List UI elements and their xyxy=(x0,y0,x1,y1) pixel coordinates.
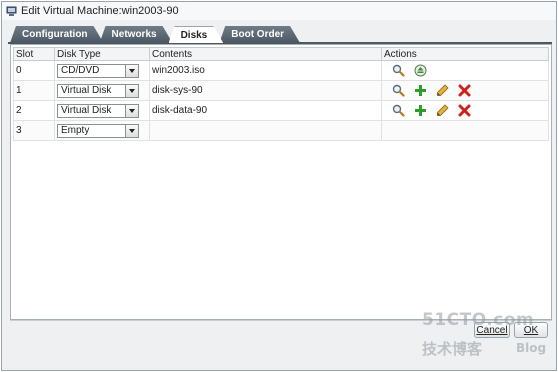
disk-type-value: Virtual Disk xyxy=(61,105,112,116)
disk-type-select[interactable]: Virtual Disk xyxy=(57,103,139,118)
delete-icon[interactable] xyxy=(458,104,471,117)
header-contents: Contents xyxy=(149,47,382,61)
cancel-button[interactable]: Cancel xyxy=(474,322,510,338)
slot-cell: 0 xyxy=(13,60,55,81)
header-actions: Actions xyxy=(381,47,549,61)
contents-cell: win2003.iso xyxy=(149,60,382,81)
disk-type-select[interactable]: Virtual Disk xyxy=(57,83,139,98)
disk-type-cell: CD/DVD xyxy=(54,60,150,81)
add-icon[interactable] xyxy=(414,84,427,97)
tab-configuration[interactable]: Configuration xyxy=(10,26,104,43)
disks-table: Slot Disk Type Contents Actions 0 CD/DVD xyxy=(13,47,549,141)
dropdown-arrow-icon[interactable] xyxy=(125,64,138,77)
disk-type-cell: Virtual Disk xyxy=(54,80,150,101)
actions-cell xyxy=(381,120,549,141)
tab-disks[interactable]: Disks xyxy=(169,26,224,43)
search-icon[interactable] xyxy=(392,64,405,77)
edit-icon[interactable] xyxy=(436,84,449,97)
disk-type-select[interactable]: CD/DVD xyxy=(57,63,139,78)
vm-icon xyxy=(6,6,17,17)
slot-cell: 3 xyxy=(13,120,55,141)
dialog-titlebar: Edit Virtual Machine:win2003-90 xyxy=(2,2,556,20)
contents-cell: disk-data-90 xyxy=(149,100,382,121)
dialog-title: Edit Virtual Machine:win2003-90 xyxy=(21,5,179,17)
table-row: 3 Empty xyxy=(13,120,549,141)
delete-icon[interactable] xyxy=(458,84,471,97)
table-row: 0 CD/DVD win2003.iso xyxy=(13,60,549,81)
add-icon[interactable] xyxy=(414,104,427,117)
table-header-row: Slot Disk Type Contents Actions xyxy=(13,47,549,61)
edit-icon[interactable] xyxy=(436,104,449,117)
ok-button[interactable]: OK xyxy=(514,322,548,338)
actions-cell xyxy=(381,80,549,101)
table-row: 1 Virtual Disk disk-sys-90 xyxy=(13,80,549,101)
dropdown-arrow-icon[interactable] xyxy=(125,84,138,97)
search-icon[interactable] xyxy=(392,84,405,97)
header-disk-type: Disk Type xyxy=(54,47,150,61)
tab-bar: Configuration Networks Disks Boot Order xyxy=(10,26,296,43)
tab-networks[interactable]: Networks xyxy=(100,26,173,43)
watermark-blog: Blog xyxy=(516,341,547,355)
edit-vm-dialog: Edit Virtual Machine:win2003-90 Configur… xyxy=(1,1,557,371)
table-row: 2 Virtual Disk disk-data-90 xyxy=(13,100,549,121)
contents-cell: disk-sys-90 xyxy=(149,80,382,101)
disk-type-cell: Virtual Disk xyxy=(54,100,150,121)
slot-cell: 2 xyxy=(13,100,55,121)
header-slot: Slot xyxy=(13,47,55,61)
disk-type-value: Virtual Disk xyxy=(61,85,112,96)
watermark-subtitle: 技术博客 xyxy=(422,340,483,358)
disks-panel: Slot Disk Type Contents Actions 0 CD/DVD xyxy=(10,44,552,320)
contents-cell xyxy=(149,120,382,141)
actions-cell xyxy=(381,100,549,121)
disk-type-value: Empty xyxy=(61,125,90,136)
eject-icon[interactable] xyxy=(414,64,427,77)
disk-type-select[interactable]: Empty xyxy=(57,123,139,138)
footer-divider xyxy=(10,320,552,321)
dropdown-arrow-icon[interactable] xyxy=(125,104,138,117)
tab-boot-order[interactable]: Boot Order xyxy=(219,26,300,43)
dropdown-arrow-icon[interactable] xyxy=(125,124,138,137)
slot-cell: 1 xyxy=(13,80,55,101)
disk-type-cell: Empty xyxy=(54,120,150,141)
search-icon[interactable] xyxy=(392,104,405,117)
disk-type-value: CD/DVD xyxy=(61,65,100,76)
actions-cell xyxy=(381,60,549,81)
